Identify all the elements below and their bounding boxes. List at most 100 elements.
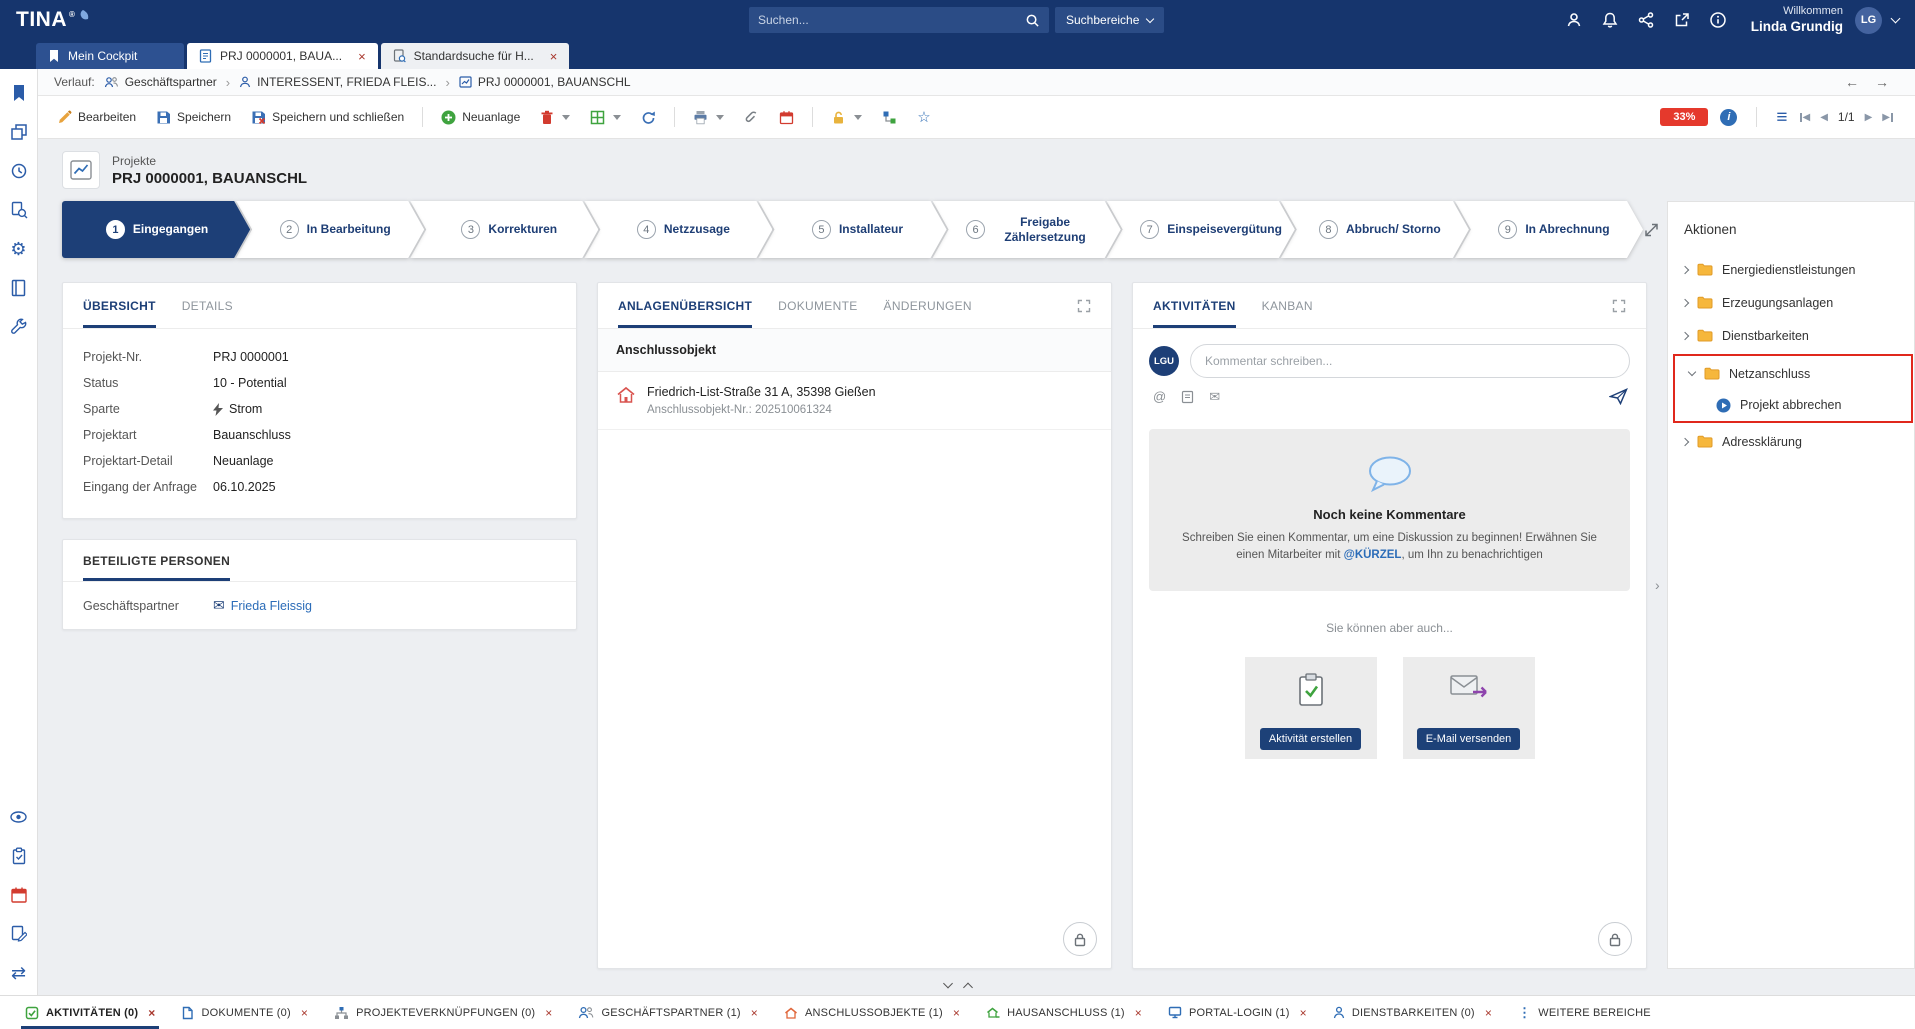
gear-icon[interactable]: ⚙ xyxy=(9,239,29,259)
windows-icon[interactable] xyxy=(9,122,29,142)
bottom-tab-hausanschluss[interactable]: HAUSANSCHLUSS (1) × xyxy=(973,996,1155,1029)
step-in-bearbeitung[interactable]: 2 In Bearbeitung xyxy=(236,201,424,258)
collapse-down-icon[interactable] xyxy=(943,979,953,989)
bottom-tab-weitere-bereiche[interactable]: ⋮ WEITERE BEREICHE xyxy=(1505,996,1664,1029)
new-record-button[interactable]: Neuanlage xyxy=(432,104,529,131)
bottom-tab-dokumente[interactable]: DOKUMENTE (0) × xyxy=(168,996,321,1029)
table-view-button[interactable] xyxy=(581,104,630,131)
tab-aenderungen[interactable]: ÄNDERUNGEN xyxy=(884,283,972,328)
send-comment-icon[interactable] xyxy=(1609,388,1628,405)
previous-page-button[interactable]: ◀ xyxy=(1820,112,1828,123)
attachment-button[interactable] xyxy=(735,104,768,131)
step-korrekturen[interactable]: 3 Korrekturen xyxy=(410,201,598,258)
share-icon[interactable] xyxy=(1631,5,1661,35)
history-icon[interactable] xyxy=(9,161,29,181)
close-icon[interactable]: × xyxy=(545,1006,552,1020)
first-page-button[interactable]: ◀ xyxy=(1800,112,1811,123)
step-in-abrechnung[interactable]: 9 In Abrechnung xyxy=(1455,201,1643,258)
calendar-icon[interactable] xyxy=(9,885,29,905)
fullscreen-icon[interactable] xyxy=(1077,283,1091,328)
action-projekt-abbrechen[interactable]: Projekt abbrechen xyxy=(1675,390,1911,420)
print-button[interactable] xyxy=(684,104,733,131)
breadcrumb-item-geschaeftspartner[interactable]: Geschäftspartner xyxy=(104,75,217,89)
delete-button[interactable] xyxy=(531,104,579,131)
breadcrumb-item-interessent[interactable]: INTERESSENT, FRIEDA FLEIS... xyxy=(239,75,436,89)
mention-link[interactable]: @KÜRZEL xyxy=(1344,549,1402,561)
refresh-button[interactable] xyxy=(632,104,665,131)
mention-at-icon[interactable]: @ xyxy=(1153,389,1166,404)
next-page-button[interactable]: ▶ xyxy=(1865,112,1873,123)
tab-aktivitaeten[interactable]: AKTIVITÄTEN xyxy=(1153,283,1236,328)
lock-button[interactable] xyxy=(822,104,871,131)
search-box[interactable] xyxy=(749,7,1049,33)
step-installateur[interactable]: 5 Installateur xyxy=(758,201,946,258)
tab-details[interactable]: DETAILS xyxy=(182,283,233,328)
tab-standardsuche[interactable]: Standardsuche für H... × xyxy=(381,43,570,69)
lock-toggle-button[interactable] xyxy=(1063,922,1097,956)
anschlussobjekt-list-item[interactable]: Friedrich-List-Straße 31 A, 35398 Gießen… xyxy=(598,372,1111,430)
step-freigabe-zaehlersetzung[interactable]: 6 Freigabe Zählersetzung xyxy=(933,201,1121,258)
sync-icon[interactable]: ⇄ xyxy=(9,963,29,983)
history-forward-icon[interactable]: → xyxy=(1875,74,1889,90)
bottom-tab-projekteverknuepfungen[interactable]: PROJEKTEVERKNÜPFUNGEN (0) × xyxy=(321,996,565,1029)
tab-mein-cockpit[interactable]: Mein Cockpit xyxy=(36,43,184,69)
bookmarks-icon[interactable] xyxy=(9,83,29,103)
tab-beteiligte-personen[interactable]: BETEILIGTE PERSONEN xyxy=(83,554,230,581)
close-icon[interactable]: × xyxy=(301,1006,308,1020)
save-button[interactable]: Speichern xyxy=(147,104,240,131)
tab-anlagenuebersicht[interactable]: ANLAGENÜBERSICHT xyxy=(618,283,752,328)
create-activity-button[interactable]: Aktivität erstellen xyxy=(1260,728,1361,750)
agent-icon[interactable] xyxy=(1559,5,1589,35)
breadcrumb-item-prj[interactable]: PRJ 0000001, BAUANSCHL xyxy=(459,75,631,89)
collapse-up-icon[interactable] xyxy=(963,983,973,993)
business-partner-link[interactable]: ✉ Frieda Fleissig xyxy=(213,597,312,614)
search-input[interactable] xyxy=(758,13,1025,27)
action-folder-erzeugungsanlagen[interactable]: Erzeugungsanlagen xyxy=(1668,286,1914,319)
calendar-button[interactable] xyxy=(770,104,803,131)
tab-prj-0000001[interactable]: PRJ 0000001, BAUA... × xyxy=(187,43,378,69)
history-back-icon[interactable]: ← xyxy=(1845,74,1859,90)
watchlist-eye-icon[interactable] xyxy=(9,807,29,827)
action-folder-dienstbarkeiten[interactable]: Dienstbarkeiten xyxy=(1668,319,1914,352)
close-icon[interactable]: × xyxy=(350,49,366,64)
search-records-icon[interactable] xyxy=(9,200,29,220)
wrench-icon[interactable] xyxy=(9,317,29,337)
close-icon[interactable]: × xyxy=(542,49,558,64)
close-icon[interactable]: × xyxy=(953,1006,960,1020)
close-icon[interactable]: × xyxy=(1485,1006,1492,1020)
info-icon[interactable]: i xyxy=(1720,109,1737,126)
menu-icon[interactable]: ≡ xyxy=(1776,108,1787,127)
document-edit-icon[interactable] xyxy=(9,924,29,944)
step-eingegangen[interactable]: 1 Eingegangen xyxy=(62,201,250,258)
send-email-button[interactable]: E-Mail versenden xyxy=(1417,728,1521,750)
user-menu-chevron-icon[interactable] xyxy=(1891,13,1901,23)
lock-toggle-button[interactable] xyxy=(1598,922,1632,956)
search-icon[interactable] xyxy=(1025,13,1040,28)
fullscreen-icon[interactable] xyxy=(1612,283,1626,328)
search-scope-button[interactable]: Suchbereiche xyxy=(1055,7,1164,33)
bottom-tab-portal-login[interactable]: PORTAL-LOGIN (1) × xyxy=(1155,996,1320,1029)
tab-dokumente[interactable]: DOKUMENTE xyxy=(778,283,857,328)
catalog-icon[interactable] xyxy=(9,278,29,298)
user-avatar[interactable]: LG xyxy=(1855,7,1882,34)
last-page-button[interactable]: ▶ xyxy=(1882,112,1893,123)
workflow-button[interactable] xyxy=(873,104,906,131)
bottom-tab-dienstbarkeiten[interactable]: DIENSTBARKEITEN (0) × xyxy=(1320,996,1505,1029)
tab-kanban[interactable]: KANBAN xyxy=(1262,283,1313,328)
close-icon[interactable]: × xyxy=(1300,1006,1307,1020)
favorite-star-button[interactable]: ☆ xyxy=(908,102,939,132)
note-icon[interactable] xyxy=(1181,390,1194,404)
save-and-close-button[interactable]: Speichern und schließen xyxy=(242,104,413,131)
info-icon[interactable] xyxy=(1703,5,1733,35)
bottom-tab-aktivitaeten[interactable]: AKTIVITÄTEN (0) × xyxy=(12,996,168,1029)
bottom-tab-geschaeftspartner[interactable]: GESCHÄFTSPARTNER (1) × xyxy=(565,996,771,1029)
step-einspeiseverguetung[interactable]: 7 Einspeisevergütung xyxy=(1107,201,1295,258)
action-folder-adressklaerung[interactable]: Adressklärung xyxy=(1668,425,1914,458)
app-logo[interactable]: TINA® xyxy=(16,8,89,32)
step-netzzusage[interactable]: 4 Netzzusage xyxy=(584,201,772,258)
close-icon[interactable]: × xyxy=(751,1006,758,1020)
panel-collapse-handle-icon[interactable]: › xyxy=(1655,577,1660,593)
notifications-bell-icon[interactable] xyxy=(1595,5,1625,35)
clipboard-icon[interactable] xyxy=(9,846,29,866)
action-folder-netzanschluss[interactable]: Netzanschluss xyxy=(1675,357,1911,390)
